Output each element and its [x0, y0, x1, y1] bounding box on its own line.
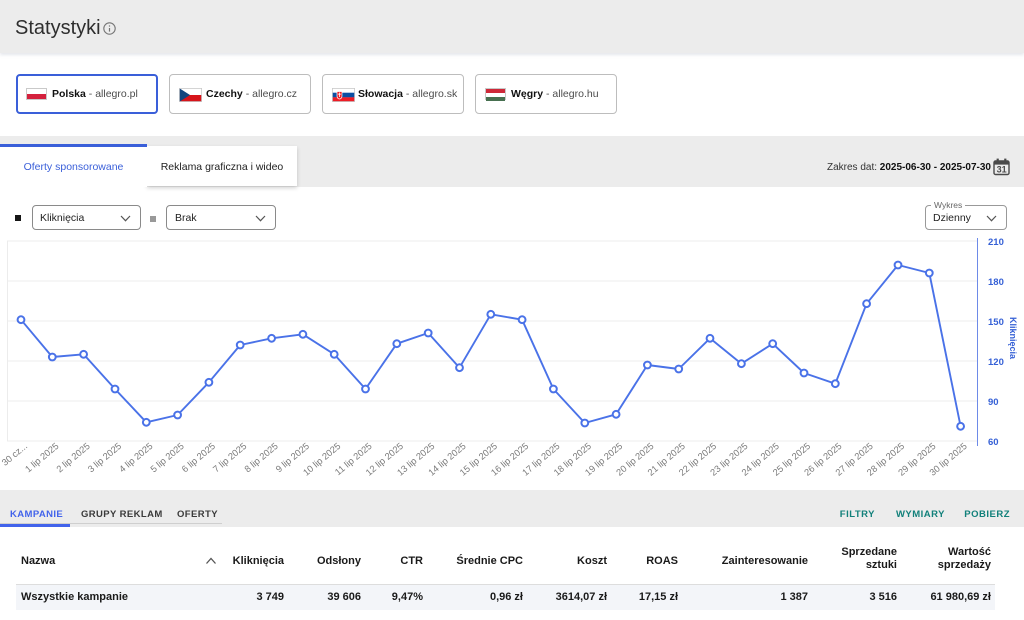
svg-text:4 lip 2025: 4 lip 2025: [117, 441, 154, 475]
svg-text:210: 210: [988, 237, 1004, 248]
svg-text:180: 180: [988, 277, 1004, 288]
svg-text:6 lip 2025: 6 lip 2025: [180, 441, 217, 475]
svg-text:150: 150: [988, 317, 1004, 328]
svg-text:120: 120: [988, 357, 1004, 368]
svg-text:Kliknięcia: Kliknięcia: [1008, 317, 1018, 360]
svg-text:7 lip 2025: 7 lip 2025: [211, 441, 248, 475]
svg-text:90: 90: [988, 397, 999, 408]
svg-text:3 lip 2025: 3 lip 2025: [86, 441, 123, 475]
svg-text:60: 60: [988, 437, 999, 448]
svg-text:30 cz...: 30 cz...: [0, 441, 29, 468]
svg-text:5 lip 2025: 5 lip 2025: [149, 441, 186, 475]
svg-text:8 lip 2025: 8 lip 2025: [243, 441, 280, 475]
svg-text:2 lip 2025: 2 lip 2025: [55, 441, 92, 475]
svg-text:1 lip 2025: 1 lip 2025: [23, 441, 60, 475]
